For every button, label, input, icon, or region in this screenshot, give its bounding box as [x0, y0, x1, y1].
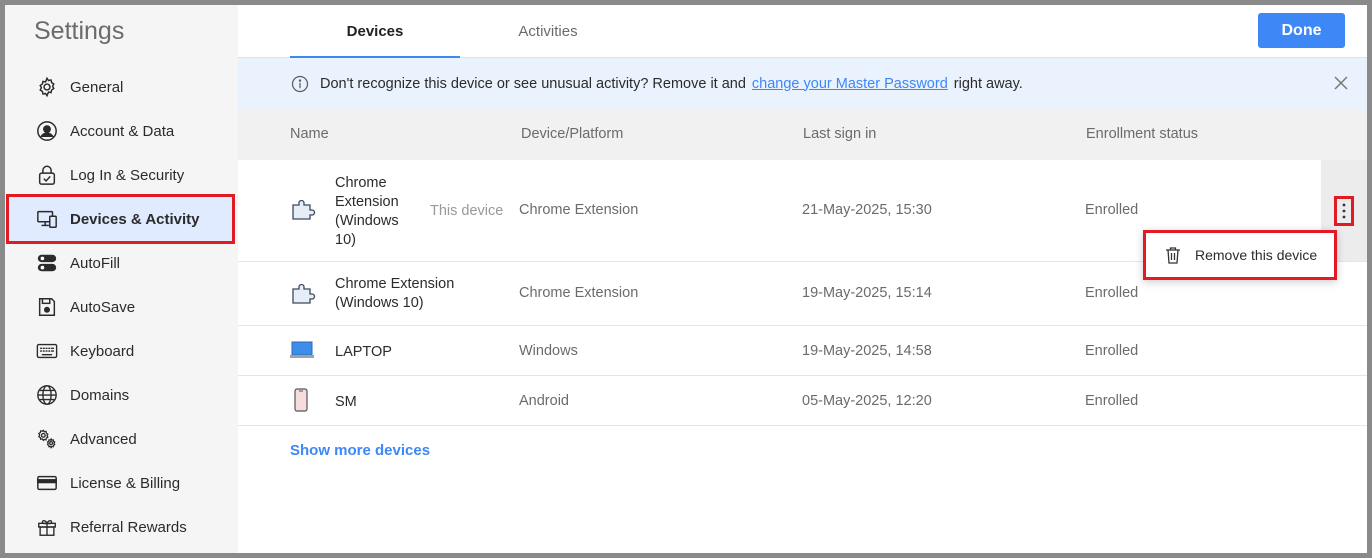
enrollment-status: Enrolled — [1085, 393, 1139, 409]
sidebar-item-label: Devices & Activity — [70, 210, 200, 228]
sidebar-item-domains[interactable]: Domains — [5, 373, 238, 417]
column-header-name: Name — [290, 126, 329, 142]
sidebar-item-license-billing[interactable]: License & Billing — [5, 461, 238, 505]
enrollment-status: Enrolled — [1085, 343, 1139, 359]
user-icon — [35, 119, 59, 143]
banner-text: Don't recognize this device or see unusu… — [320, 75, 746, 92]
sidebar-item-label: Advanced — [70, 430, 137, 448]
table-row: SM Android 05-May-2025, 12:20 Enrolled — [238, 376, 1367, 426]
enrollment-status: Enrolled — [1085, 202, 1139, 218]
sidebar-item-label: Log In & Security — [70, 166, 185, 184]
column-header-device-platform: Device/Platform — [521, 126, 624, 142]
devices-icon — [35, 207, 59, 231]
security-banner: Don't recognize this device or see unusu… — [238, 58, 1367, 109]
last-sign-in: 21-May-2025, 15:30 — [802, 202, 932, 218]
sidebar-item-autofill[interactable]: AutoFill — [5, 241, 238, 285]
column-header-last-sign-in: Last sign in — [803, 126, 877, 142]
this-device-tag: This device — [430, 203, 504, 219]
sidebar-item-general[interactable]: General — [5, 65, 238, 109]
extension-puzzle-icon — [292, 283, 316, 304]
remove-device-label: Remove this device — [1195, 247, 1318, 263]
sidebar-item-label: AutoFill — [70, 254, 121, 272]
sidebar-item-devices-activity[interactable]: Devices & Activity — [6, 194, 235, 244]
sidebar-item-label: License & Billing — [70, 474, 181, 492]
settings-window: Settings General Account & Data Log In &… — [5, 5, 1367, 553]
close-icon[interactable] — [1333, 75, 1349, 91]
extension-puzzle-icon — [292, 199, 316, 220]
table-header: Name Device/Platform Last sign in Enroll… — [238, 109, 1367, 160]
sidebar: Settings General Account & Data Log In &… — [5, 5, 238, 553]
done-button[interactable]: Done — [1258, 13, 1345, 48]
device-name: Chrome Extension (Windows 10) — [335, 175, 399, 248]
tab-bar: Devices Activities Done — [238, 5, 1367, 59]
advanced-gear-icon — [35, 427, 59, 451]
sidebar-item-label: Referral Rewards — [70, 518, 187, 536]
last-sign-in: 05-May-2025, 12:20 — [802, 393, 932, 409]
gift-icon — [35, 515, 59, 539]
info-icon — [291, 75, 309, 92]
card-icon — [35, 471, 59, 495]
lock-icon — [35, 163, 59, 187]
sidebar-item-account-data[interactable]: Account & Data — [5, 109, 238, 153]
sidebar-item-label: Keyboard — [70, 342, 135, 360]
tab-devices[interactable]: Devices — [290, 5, 460, 59]
banner-text-after: right away. — [953, 75, 1023, 92]
column-header-enrollment-status: Enrollment status — [1086, 126, 1199, 142]
sidebar-nav: General Account & Data Log In & Security… — [5, 65, 238, 549]
gear-icon — [35, 75, 59, 99]
sidebar-item-label: Account & Data — [70, 122, 175, 140]
device-platform: Chrome Extension — [519, 285, 639, 301]
sidebar-title: Settings — [34, 17, 125, 45]
autofill-icon — [35, 251, 59, 275]
change-master-password-link[interactable]: change your Master Password — [752, 76, 948, 92]
sidebar-item-label: General — [70, 78, 124, 96]
sidebar-item-login-security[interactable]: Log In & Security — [5, 153, 238, 197]
table-row: LAPTOP Windows 19-May-2025, 14:58 Enroll… — [238, 326, 1367, 376]
kebab-menu-icon — [1342, 203, 1346, 219]
trash-icon — [1166, 247, 1180, 264]
more-options-button[interactable] — [1334, 196, 1354, 226]
tab-activities[interactable]: Activities — [488, 5, 608, 58]
device-platform: Windows — [519, 343, 578, 359]
device-name: SM — [335, 394, 357, 410]
last-sign-in: 19-May-2025, 15:14 — [802, 285, 932, 301]
remove-device-menu-item[interactable]: Remove this device — [1143, 230, 1337, 280]
device-name: Chrome Extension (Windows 10) — [335, 276, 455, 311]
sidebar-item-label: Domains — [70, 386, 130, 404]
device-platform: Android — [519, 393, 569, 409]
phone-icon — [294, 388, 308, 412]
device-name: LAPTOP — [335, 344, 392, 360]
show-more-devices-link[interactable]: Show more devices — [290, 442, 430, 459]
globe-icon — [35, 383, 59, 407]
last-sign-in: 19-May-2025, 14:58 — [802, 343, 932, 359]
save-icon — [35, 295, 59, 319]
sidebar-item-referral-rewards[interactable]: Referral Rewards — [5, 505, 238, 549]
sidebar-item-advanced[interactable]: Advanced — [5, 417, 238, 461]
device-platform: Chrome Extension — [519, 202, 639, 218]
keyboard-icon — [35, 339, 59, 363]
sidebar-item-autosave[interactable]: AutoSave — [5, 285, 238, 329]
sidebar-item-label: AutoSave — [70, 298, 136, 316]
enrollment-status: Enrolled — [1085, 285, 1139, 301]
sidebar-item-keyboard[interactable]: Keyboard — [5, 329, 238, 373]
laptop-icon — [290, 341, 314, 358]
main-panel: Devices Activities Done Don't recognize … — [238, 5, 1367, 553]
